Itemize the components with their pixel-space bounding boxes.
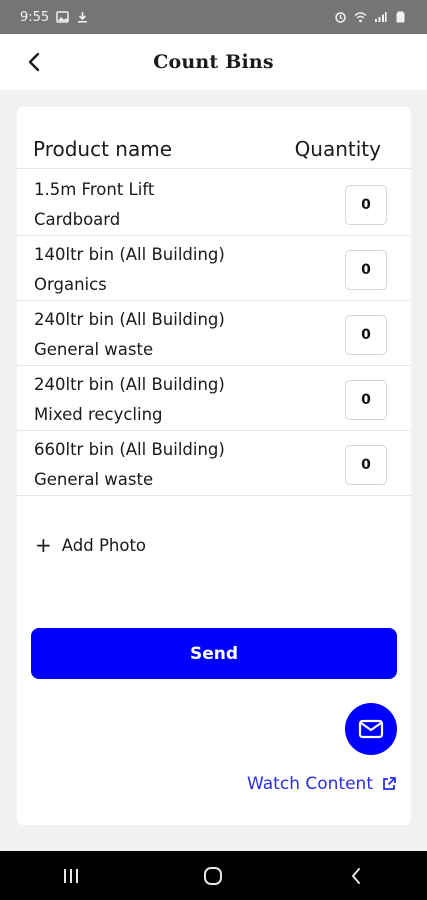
recent-apps-icon (64, 868, 79, 883)
product-size: 660ltr bin (All Building) (34, 440, 225, 459)
count-bins-card: Product name Quantity 1.5m Front Lift Ca… (17, 107, 411, 825)
product-name: 240ltr bin (All Building) General waste (34, 305, 225, 365)
watch-content-link[interactable]: Watch Content (247, 774, 397, 794)
product-name: 660ltr bin (All Building) General waste (34, 435, 225, 495)
column-header-product: Product name (33, 136, 173, 161)
system-nav-bar (0, 851, 427, 900)
page-title: Count Bins (153, 51, 274, 73)
cellular-signal-icon (375, 12, 387, 22)
wifi-icon (354, 12, 367, 23)
quantity-input[interactable] (345, 445, 387, 485)
product-list: 1.5m Front Lift Cardboard 140ltr bin (Al… (17, 171, 411, 496)
external-link-icon (383, 777, 396, 790)
download-notification-icon (78, 12, 88, 23)
back-icon (351, 867, 360, 884)
product-stream: General waste (34, 340, 154, 359)
mail-icon (358, 719, 384, 739)
chevron-left-icon (28, 52, 40, 72)
alarm-icon (335, 12, 346, 23)
battery-icon (396, 11, 405, 23)
table-header: Product name Quantity (17, 129, 411, 169)
table-row: 140ltr bin (All Building) Organics (17, 236, 411, 301)
plus-icon: + (35, 533, 52, 557)
product-name: 140ltr bin (All Building) Organics (34, 240, 225, 300)
app-header: Count Bins (0, 34, 427, 90)
add-photo-label: Add Photo (61, 535, 147, 555)
quantity-input[interactable] (345, 315, 387, 355)
quantity-input[interactable] (345, 380, 387, 420)
quantity-input[interactable] (345, 250, 387, 290)
product-name: 240ltr bin (All Building) Mixed recyclin… (34, 370, 225, 430)
table-row: 660ltr bin (All Building) General waste (17, 431, 411, 496)
product-size: 1.5m Front Lift (34, 180, 155, 199)
status-right (334, 11, 407, 23)
add-photo-button[interactable]: + Add Photo (35, 535, 146, 555)
quantity-input[interactable] (345, 185, 387, 225)
email-button[interactable] (345, 703, 397, 755)
product-size: 240ltr bin (All Building) (34, 310, 225, 329)
product-stream: Cardboard (34, 210, 121, 229)
back-nav-button[interactable] (326, 856, 386, 896)
back-button[interactable] (18, 48, 50, 76)
product-name: 1.5m Front Lift Cardboard (34, 175, 154, 235)
watch-content-label: Watch Content (247, 774, 373, 794)
table-row: 1.5m Front Lift Cardboard (17, 171, 411, 236)
home-button[interactable] (183, 856, 243, 896)
product-size: 140ltr bin (All Building) (34, 245, 225, 264)
table-row: 240ltr bin (All Building) Mixed recyclin… (17, 366, 411, 431)
gallery-notification-icon (56, 11, 69, 23)
table-row: 240ltr bin (All Building) General waste (17, 301, 411, 366)
product-stream: Organics (34, 275, 107, 294)
status-left: 9:55 (20, 10, 89, 25)
send-button[interactable]: Send (31, 628, 397, 679)
product-size: 240ltr bin (All Building) (34, 375, 225, 394)
status-bar: 9:55 (0, 0, 427, 34)
product-stream: General waste (34, 470, 154, 489)
status-time: 9:55 (20, 9, 50, 25)
home-icon (204, 866, 223, 885)
recent-apps-button[interactable] (41, 856, 101, 896)
product-stream: Mixed recycling (34, 405, 163, 424)
column-header-quantity: Quantity (294, 136, 381, 161)
